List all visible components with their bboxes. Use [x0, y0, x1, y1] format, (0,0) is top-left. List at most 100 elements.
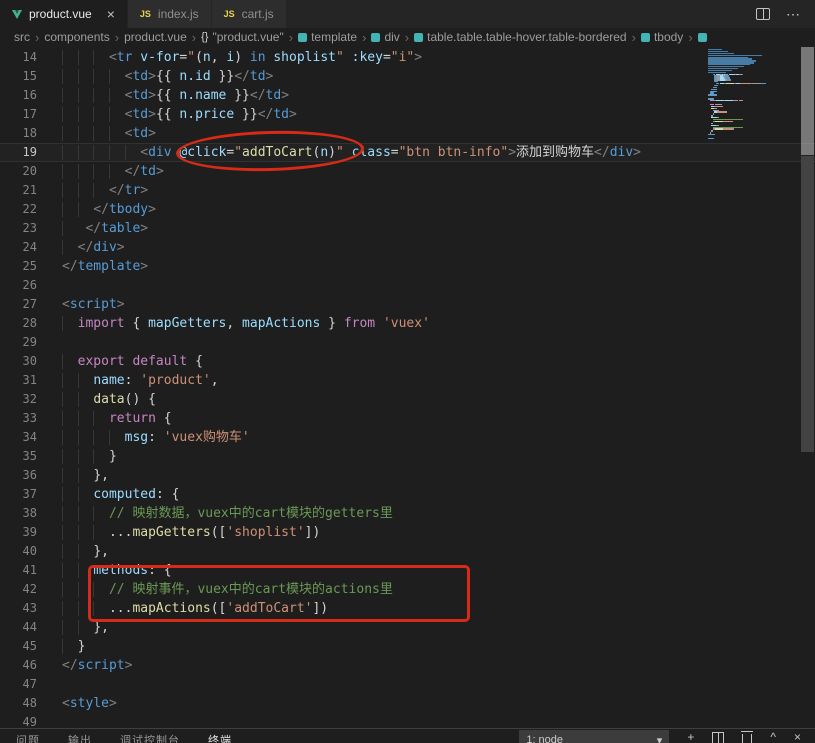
code-line[interactable] [62, 276, 641, 295]
code-line[interactable]: msg: 'vuex购物车' [62, 428, 641, 447]
tab-product.vue[interactable]: product.vue × [0, 0, 128, 28]
code-line[interactable]: } [62, 447, 641, 466]
code-line[interactable] [62, 333, 641, 352]
code-line[interactable]: }, [62, 466, 641, 485]
vertical-scrollbar[interactable] [801, 156, 814, 452]
line-number[interactable]: 22 [0, 200, 37, 219]
code-line[interactable]: <td>{{ n.price }}</td> [62, 105, 641, 124]
code-line[interactable]: </template> [62, 257, 641, 276]
code-line[interactable]: <script> [62, 295, 641, 314]
code-line[interactable]: <style> [62, 694, 641, 713]
code-line[interactable]: </tbody> [62, 200, 641, 219]
line-number[interactable]: 48 [0, 694, 37, 713]
code-line[interactable]: // 映射数据，vuex中的cart模块的getters里 [62, 504, 641, 523]
line-number[interactable]: 36 [0, 466, 37, 485]
plus-icon[interactable]: + [687, 730, 694, 743]
split-terminal-icon[interactable] [712, 732, 725, 743]
code-line[interactable]: }, [62, 542, 641, 561]
code-line[interactable]: ...mapGetters(['shoplist']) [62, 523, 641, 542]
line-number[interactable]: 21 [0, 181, 37, 200]
line-number[interactable]: 15 [0, 67, 37, 86]
code-line[interactable] [62, 713, 641, 728]
line-number[interactable]: 44 [0, 618, 37, 637]
indent-guide [93, 164, 109, 179]
line-number[interactable]: 24 [0, 238, 37, 257]
panel-tab-调试控制台[interactable]: 调试控制台 [120, 732, 180, 743]
line-number[interactable]: 39 [0, 523, 37, 542]
line-number[interactable]: 34 [0, 428, 37, 447]
tab-index.js[interactable]: JS index.js [127, 0, 212, 28]
line-number[interactable]: 28 [0, 314, 37, 333]
code-line[interactable]: name: 'product', [62, 371, 641, 390]
editor[interactable]: 14 15 16 17 18 19 20 21 22 23 24 25 26 27 28 29 30 31 32 33… [0, 46, 815, 728]
breadcrumb-item-"product.vue"[interactable]: {} "product.vue" [201, 30, 284, 44]
chevron-up-icon[interactable]: ^ [770, 730, 776, 743]
breadcrumb-item-components[interactable]: components [44, 30, 109, 44]
line-number[interactable]: 42 [0, 580, 37, 599]
line-number[interactable]: 38 [0, 504, 37, 523]
line-number[interactable]: 29 [0, 333, 37, 352]
line-numbers[interactable]: 14 15 16 17 18 19 20 21 22 23 24 25 26 27 28 29 30 31 32 33… [0, 48, 46, 728]
line-number[interactable]: 33 [0, 409, 37, 428]
code-line[interactable]: <tr v-for="(n, i) in shoplist" :key="i"> [62, 48, 641, 67]
indent-guide [93, 411, 109, 426]
line-number[interactable]: 30 [0, 352, 37, 371]
breadcrumb-item-tbody[interactable]: tbody [640, 30, 683, 44]
line-number[interactable]: 45 [0, 637, 37, 656]
line-number[interactable]: 46 [0, 656, 37, 675]
code-line[interactable]: computed: { [62, 485, 641, 504]
line-number[interactable]: 16 [0, 86, 37, 105]
split-editor-icon[interactable] [756, 8, 770, 20]
breadcrumb-item-partial[interactable] [697, 32, 707, 42]
panel-tab-输出[interactable]: 输出 [68, 732, 92, 743]
breadcrumb-item-product.vue[interactable]: product.vue [124, 30, 187, 44]
code-line[interactable]: data() { [62, 390, 641, 409]
code-line[interactable]: <td>{{ n.id }}</td> [62, 67, 641, 86]
indent-guide [62, 601, 78, 616]
code-line[interactable]: </div> [62, 238, 641, 257]
line-number[interactable]: 27 [0, 295, 37, 314]
line-number[interactable]: 35 [0, 447, 37, 466]
tab-cart.js[interactable]: JS cart.js [211, 0, 287, 28]
code-line[interactable]: return { [62, 409, 641, 428]
line-number[interactable]: 26 [0, 276, 37, 295]
code-line[interactable]: <td>{{ n.name }}</td> [62, 86, 641, 105]
line-number[interactable]: 40 [0, 542, 37, 561]
code-line[interactable]: } [62, 637, 641, 656]
line-number[interactable]: 31 [0, 371, 37, 390]
line-number[interactable]: 18 [0, 124, 37, 143]
terminal-select[interactable]: 1: node ▾ [519, 730, 670, 743]
breadcrumb-item-table.table.table-hover.table-bordered[interactable]: table.table.table-hover.table-bordered [414, 30, 627, 44]
line-number[interactable]: 14 [0, 48, 37, 67]
close-icon[interactable]: × [107, 6, 115, 22]
code-line[interactable]: </script> [62, 656, 641, 675]
line-number[interactable]: 32 [0, 390, 37, 409]
line-number[interactable]: 41 [0, 561, 37, 580]
trash-icon[interactable] [741, 731, 754, 743]
breadcrumb-item-div[interactable]: div [371, 30, 400, 44]
line-number[interactable]: 49 [0, 713, 37, 728]
code-line[interactable] [62, 675, 641, 694]
token: in [249, 50, 266, 65]
panel-tab-终端[interactable]: 终端 [208, 732, 232, 743]
code-line[interactable]: </td> [62, 162, 641, 181]
line-number[interactable]: 23 [0, 219, 37, 238]
close-icon[interactable]: × [794, 730, 801, 743]
panel-tab-问题[interactable]: 问题 [16, 732, 40, 743]
breadcrumb-item-template[interactable]: template [298, 30, 357, 44]
code-line[interactable]: </table> [62, 219, 641, 238]
more-actions-icon[interactable]: ⋯ [786, 7, 801, 21]
line-number[interactable]: 17 [0, 105, 37, 124]
line-number[interactable]: 47 [0, 675, 37, 694]
line-number[interactable]: 25 [0, 257, 37, 276]
code-line[interactable]: export default { [62, 352, 641, 371]
minimap[interactable] [705, 49, 797, 142]
line-number[interactable]: 43 [0, 599, 37, 618]
line-number[interactable]: 19 [0, 143, 37, 162]
line-number[interactable]: 20 [0, 162, 37, 181]
code-line[interactable]: </tr> [62, 181, 641, 200]
line-number[interactable]: 37 [0, 485, 37, 504]
breadcrumb-item-src[interactable]: src [14, 30, 30, 44]
indent-guide [109, 430, 125, 445]
code-line[interactable]: import { mapGetters, mapActions } from '… [62, 314, 641, 333]
